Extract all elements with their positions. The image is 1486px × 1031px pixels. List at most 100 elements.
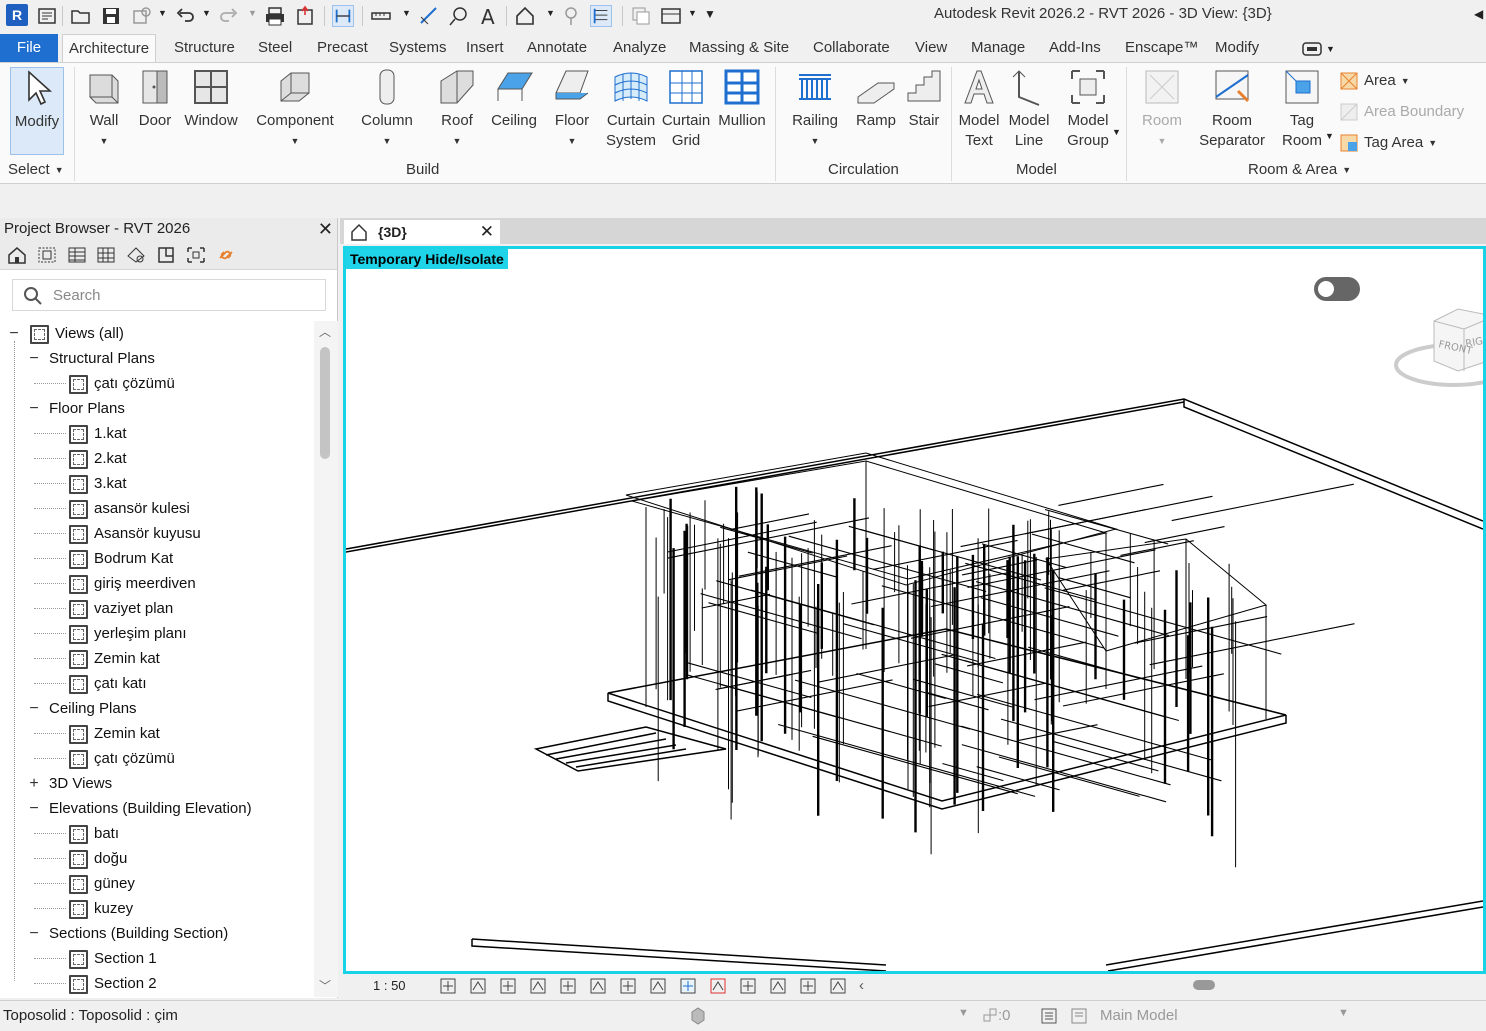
model-group-button[interactable]: Model Group [1060, 67, 1116, 151]
home-page-icon[interactable] [36, 5, 58, 27]
room-separator-button[interactable]: Room Separator [1196, 67, 1268, 151]
open-icon[interactable] [70, 5, 92, 27]
save-icon[interactable] [100, 5, 122, 27]
sync-icon[interactable] [130, 5, 152, 27]
browser-links-icon[interactable] [216, 246, 236, 264]
text-icon[interactable]: A [478, 5, 500, 27]
window-button[interactable]: Window [180, 67, 242, 131]
default-3d-view-icon[interactable] [514, 5, 536, 27]
detail-level-icon[interactable] [439, 977, 457, 995]
switch-windows-icon[interactable] [660, 5, 682, 27]
scroll-down-icon[interactable]: ﹀ [319, 977, 331, 994]
tab-view[interactable]: View [909, 34, 953, 62]
measure-dropdown-icon[interactable]: ▼ [402, 8, 411, 18]
close-view-icon[interactable]: ✕ [480, 220, 494, 244]
area-boundary-button[interactable]: Area Boundary [1340, 101, 1464, 123]
area-button[interactable]: Area ▼ [1340, 70, 1410, 92]
workset-dropdown-icon[interactable]: ▼ [958, 1007, 969, 1019]
customize-qat-icon[interactable]: ▼ [704, 7, 716, 21]
component-button[interactable]: Component ▼ [252, 67, 338, 151]
reveal-hidden-icon[interactable] [709, 977, 727, 995]
tag-area-button[interactable]: Tag Area ▼ [1340, 132, 1437, 154]
tree-item[interactable]: vaziyet plan [0, 596, 314, 621]
model-text-button[interactable]: Model Text [956, 67, 1002, 151]
design-options-icon[interactable] [1040, 1007, 1058, 1025]
tree-item[interactable]: 2.kat [0, 446, 314, 471]
view-tab-3d[interactable]: {3D} ✕ [344, 220, 500, 244]
tag-by-category-icon[interactable] [448, 5, 470, 27]
browser-scroll-thumb[interactable] [320, 347, 330, 459]
tab-analyze[interactable]: Analyze [607, 34, 672, 62]
tree-item[interactable]: asansör kulesi [0, 496, 314, 521]
tree-item[interactable]: − Structural Plans [0, 346, 314, 371]
sun-path-icon[interactable] [499, 977, 517, 995]
collapse-arrow-icon[interactable]: ◀ [1474, 7, 1483, 21]
tree-item[interactable]: Zemin kat [0, 646, 314, 671]
building-wireframe-model[interactable] [346, 249, 1483, 971]
tab-modify[interactable]: Modify [1209, 34, 1265, 62]
door-button[interactable]: Door [132, 67, 178, 131]
tab-systems[interactable]: Systems [383, 34, 453, 62]
close-hidden-windows-icon[interactable] [630, 5, 652, 27]
ramp-button[interactable]: Ramp [852, 67, 900, 131]
tree-item[interactable]: çatı çözümü [0, 371, 314, 396]
tree-item[interactable]: Asansör kuyusu [0, 521, 314, 546]
mullion-button[interactable]: Mullion [714, 67, 770, 131]
tree-item[interactable]: çatı çözümü [0, 746, 314, 771]
3d-viewport[interactable]: Temporary Hide/Isolate FRONT RIGHT [343, 246, 1486, 974]
tree-item[interactable]: Section 2 [0, 971, 314, 996]
tree-item[interactable]: 3.kat [0, 471, 314, 496]
tab-insert[interactable]: Insert [460, 34, 510, 62]
tree-item[interactable]: − Elevations (Building Elevation) [0, 796, 314, 821]
collapse-icon[interactable]: − [28, 396, 40, 421]
sync-dropdown-icon[interactable]: ▼ [158, 8, 167, 18]
tab-file[interactable]: File [0, 34, 58, 62]
visual-style-icon[interactable] [469, 977, 487, 995]
browser-families-icon[interactable] [126, 246, 146, 264]
collapse-icon[interactable]: − [28, 696, 40, 721]
wall-button[interactable]: Wall ▼ [80, 67, 128, 151]
tree-item[interactable]: kuzey [0, 896, 314, 921]
undo-dropdown-icon[interactable]: ▼ [202, 8, 211, 18]
analytical-model-icon[interactable] [769, 977, 787, 995]
tag-room-button[interactable]: Tag Room [1274, 67, 1330, 151]
redo-dropdown-icon[interactable]: ▼ [248, 8, 257, 18]
crop-view-icon[interactable] [589, 977, 607, 995]
tree-item[interactable]: güney [0, 871, 314, 896]
tree-item[interactable]: yerleşim planı [0, 621, 314, 646]
switch-windows-dropdown-icon[interactable]: ▼ [688, 8, 697, 18]
modify-button[interactable]: Modify [10, 67, 64, 155]
reveal-constraints-icon[interactable] [829, 977, 847, 995]
view-horizontal-scroll-thumb[interactable] [1193, 980, 1215, 990]
expand-icon[interactable]: + [28, 771, 40, 796]
ribbon-minimize-dropdown-icon[interactable]: ▼ [1326, 44, 1335, 54]
aligned-dimension-icon[interactable] [418, 5, 440, 27]
select-panel-label[interactable]: Select ▼ [8, 161, 64, 178]
browser-schedules-icon[interactable] [67, 246, 87, 264]
undo-icon[interactable] [174, 5, 196, 27]
scroll-up-icon[interactable]: ︿ [319, 323, 331, 340]
browser-model-groups-icon[interactable] [186, 246, 206, 264]
curtain-system-button[interactable]: Curtain System [604, 67, 658, 151]
browser-views-icon[interactable] [37, 246, 57, 264]
tab-massing-site[interactable]: Massing & Site [683, 34, 795, 62]
tree-item[interactable]: − Floor Plans [0, 396, 314, 421]
ceiling-button[interactable]: Ceiling [488, 67, 540, 131]
design-option-set-icon[interactable] [1070, 1007, 1088, 1025]
model-group-dropdown-icon[interactable]: ▼ [1112, 127, 1121, 137]
section-icon[interactable] [560, 5, 582, 27]
3d-view-dropdown-icon[interactable]: ▼ [546, 8, 555, 18]
tab-precast[interactable]: Precast [311, 34, 374, 62]
view-controls-scroll-left-icon[interactable]: ‹ [859, 977, 864, 994]
tree-item[interactable]: Zemin kat [0, 721, 314, 746]
print-icon[interactable] [264, 5, 286, 27]
revit-app-icon[interactable]: R [6, 4, 28, 26]
model-line-button[interactable]: Model Line [1006, 67, 1052, 151]
column-button[interactable]: Column ▼ [356, 67, 418, 151]
browser-home-icon[interactable] [7, 246, 27, 264]
unlocked-3d-view-icon[interactable] [649, 977, 667, 995]
worksharing-display-icon[interactable] [739, 977, 757, 995]
measure-toggle-icon[interactable] [332, 5, 354, 27]
tag-room-dropdown-icon[interactable]: ▼ [1325, 131, 1334, 141]
floor-button[interactable]: Floor ▼ [548, 67, 596, 151]
